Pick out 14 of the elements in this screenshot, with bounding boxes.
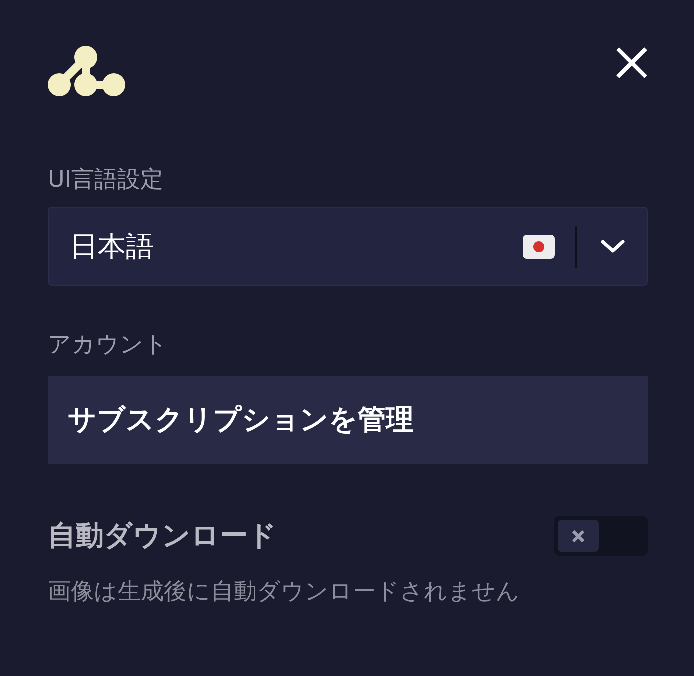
chevron-down-icon	[601, 240, 625, 254]
close-icon	[616, 47, 648, 79]
auto-download-description: 画像は生成後に自動ダウンロードされません	[48, 578, 521, 607]
auto-download-title: 自動ダウンロード	[48, 518, 277, 554]
manage-subscription-button[interactable]: サブスクリプションを管理	[48, 376, 648, 464]
close-button[interactable]	[615, 46, 649, 80]
x-icon	[572, 530, 585, 542]
language-select[interactable]: 日本語	[48, 207, 648, 286]
language-value: 日本語	[70, 228, 155, 264]
language-label: UI言語設定	[48, 166, 165, 195]
auto-download-toggle[interactable]	[554, 516, 648, 556]
logo-icon	[48, 46, 126, 97]
flag-icon	[523, 234, 555, 258]
account-label: アカウント	[48, 331, 169, 360]
